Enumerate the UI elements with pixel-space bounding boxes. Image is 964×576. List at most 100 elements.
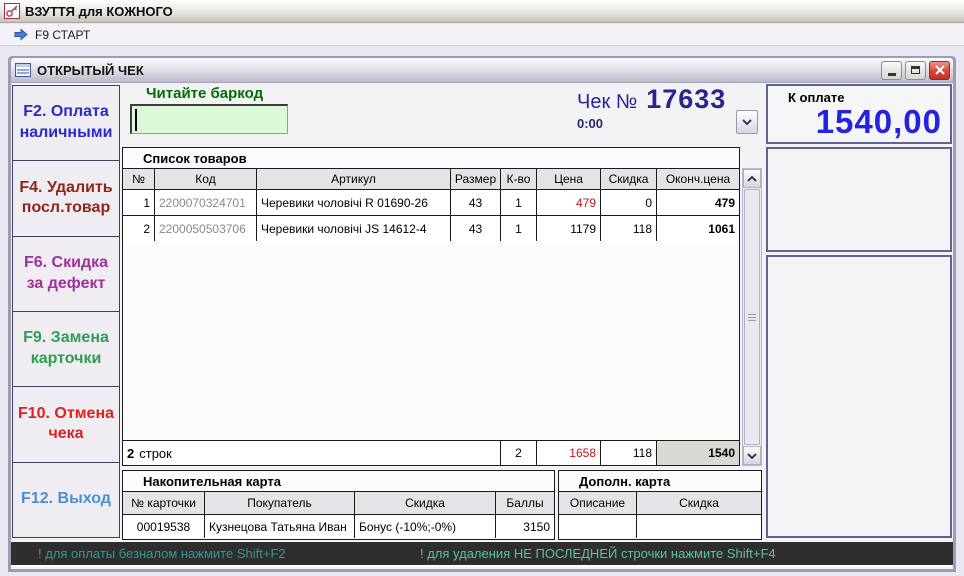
chevron-down-icon xyxy=(742,118,752,125)
barcode-label: Читайте баркод xyxy=(146,85,264,102)
cell-price: 1179 xyxy=(537,216,601,241)
exit-button[interactable]: F12. Выход xyxy=(12,461,120,538)
check-timer: 0:00 xyxy=(577,116,604,131)
col-header-discount: Скидка xyxy=(637,492,761,514)
check-dropdown-button[interactable] xyxy=(736,110,758,134)
close-icon xyxy=(934,65,945,75)
cell-discount xyxy=(637,515,761,538)
check-number: 17633 xyxy=(646,84,727,114)
totals-rows-number: 2 xyxy=(127,445,135,461)
totals-discount: 118 xyxy=(601,441,657,465)
cell-code: 2200070324701 xyxy=(155,190,257,215)
app-title: ВЗУТТЯ для КОЖНОГО xyxy=(25,3,173,19)
close-button[interactable] xyxy=(929,60,950,80)
items-table-panel: Список товаров № Код Артикул Размер К-во… xyxy=(122,147,740,466)
cell-qty: 1 xyxy=(501,216,537,241)
items-table-totals-row: 2 строк 2 1658 118 1540 xyxy=(123,440,739,465)
delete-last-item-button[interactable]: F4. Удалить посл.товар xyxy=(12,160,120,237)
receipt-window-titlebar: ОТКРЫТЫЙ ЧЕК xyxy=(11,58,953,83)
replace-card-button[interactable]: F9. Замена карточки xyxy=(12,310,120,388)
col-header-points: Баллы xyxy=(496,492,554,514)
cell-qty: 1 xyxy=(501,190,537,215)
col-header-num: № xyxy=(123,169,155,189)
form-icon xyxy=(15,63,31,77)
receipt-window: ОТКРЫТЫЙ ЧЕК F2. Оплата наличными F4. Уд… xyxy=(8,56,956,572)
status-message-cashless: ! для оплаты безналом нажмите Shift+F2 xyxy=(38,546,286,561)
cell-card-number: 00019538 xyxy=(123,515,205,538)
extra-card-panel: Дополн. карта Описание Скидка xyxy=(558,470,762,540)
col-header-qty: К-во xyxy=(501,169,537,189)
loyalty-card-header-row: № карточки Покупатель Скидка Баллы xyxy=(123,491,554,514)
cell-size: 43 xyxy=(451,216,501,241)
menu-item-f9-start[interactable]: F9 СТАРТ xyxy=(35,28,90,42)
col-header-customer: Покупатель xyxy=(205,492,355,514)
totals-final: 1540 xyxy=(657,441,739,465)
extra-card-header-row: Описание Скидка xyxy=(559,491,761,514)
col-header-discount: Скидка xyxy=(601,169,657,189)
app-window: ВЗУТТЯ для КОЖНОГО F9 СТАРТ ОТКРЫТЫЙ ЧЕК xyxy=(0,0,964,576)
pay-cash-button[interactable]: F2. Оплата наличными xyxy=(12,85,120,162)
app-titlebar: ВЗУТТЯ для КОЖНОГО xyxy=(0,0,964,23)
cell-description xyxy=(559,515,637,538)
totals-qty: 2 xyxy=(501,441,537,465)
text-caret xyxy=(135,108,137,131)
window-controls xyxy=(881,60,950,80)
cell-num: 1 xyxy=(123,190,155,215)
cell-final: 1061 xyxy=(657,216,739,241)
payment-due-amount: 1540,00 xyxy=(815,103,942,140)
items-table-empty-area xyxy=(123,241,739,440)
totals-rows-word: строк xyxy=(139,445,172,461)
barcode-input[interactable] xyxy=(130,104,288,134)
check-label: Чек № xyxy=(577,91,638,113)
right-empty-panel-top xyxy=(766,147,952,252)
items-table-title: Список товаров xyxy=(123,148,739,168)
maximize-icon xyxy=(911,66,920,74)
col-header-discount: Скидка xyxy=(355,492,496,514)
menu-bar: F9 СТАРТ xyxy=(0,24,964,46)
chevron-down-icon xyxy=(747,452,757,459)
cell-num: 2 xyxy=(123,216,155,241)
scroll-up-button[interactable] xyxy=(743,169,761,188)
status-message-delete-row: ! для удаления НЕ ПОСЛЕДНЕЙ строчки нажм… xyxy=(420,546,776,561)
col-header-price: Цена xyxy=(537,169,601,189)
cell-article: Черевики чоловічі R 01690-26 xyxy=(257,190,451,215)
minimize-button[interactable] xyxy=(881,60,902,80)
payment-due-box: К оплате 1540,00 xyxy=(766,84,952,144)
thumb-grip xyxy=(748,316,756,318)
extra-card-title: Дополн. карта xyxy=(559,471,761,491)
defect-discount-button[interactable]: F6. Скидка за дефект xyxy=(12,235,120,312)
minimize-icon xyxy=(887,73,896,76)
receipt-window-title: ОТКРЫТЫЙ ЧЕК xyxy=(37,62,144,78)
col-header-final: Оконч.цена xyxy=(657,169,739,189)
chevron-up-icon xyxy=(747,175,757,182)
function-buttons-sidebar: F2. Оплата наличными F4. Удалить посл.то… xyxy=(12,85,120,538)
col-header-description: Описание xyxy=(559,492,637,514)
cell-size: 43 xyxy=(451,190,501,215)
loyalty-card-panel: Накопительная карта № карточки Покупател… xyxy=(122,470,555,540)
right-empty-panel-bottom xyxy=(766,255,952,538)
items-table-header-row: № Код Артикул Размер К-во Цена Скидка Ок… xyxy=(123,168,739,189)
check-number-block: Чек № 17633 xyxy=(577,84,726,115)
cell-discount: 118 xyxy=(601,216,657,241)
col-header-code: Код xyxy=(155,169,257,189)
start-arrow-icon xyxy=(14,28,28,41)
cancel-check-button[interactable]: F10. Отмена чека xyxy=(12,386,120,463)
cell-price: 479 xyxy=(537,190,601,215)
app-icon xyxy=(4,3,20,19)
scroll-down-button[interactable] xyxy=(743,446,761,465)
items-table-scrollbar[interactable] xyxy=(742,168,762,466)
table-row[interactable]: 2 2200050503706 Черевики чоловічі JS 146… xyxy=(123,215,739,241)
cell-points: 3150 xyxy=(496,515,554,538)
table-row[interactable]: 1 2200070324701 Черевики чоловічі R 0169… xyxy=(123,189,739,215)
thumb-grip xyxy=(748,319,756,321)
cell-discount: Бонус (-10%;-0%) xyxy=(355,515,496,538)
receipt-window-content: F2. Оплата наличными F4. Удалить посл.то… xyxy=(11,83,953,569)
cell-code: 2200050503706 xyxy=(155,216,257,241)
loyalty-card-data-row: 00019538 Кузнецова Татьяна Иван Бонус (-… xyxy=(123,514,554,538)
totals-price: 1658 xyxy=(537,441,601,465)
scrollbar-thumb[interactable] xyxy=(744,189,760,445)
cell-customer: Кузнецова Татьяна Иван xyxy=(205,515,355,538)
totals-rows-count: 2 строк xyxy=(123,441,501,465)
extra-card-data-row xyxy=(559,514,761,538)
maximize-button[interactable] xyxy=(905,60,926,80)
